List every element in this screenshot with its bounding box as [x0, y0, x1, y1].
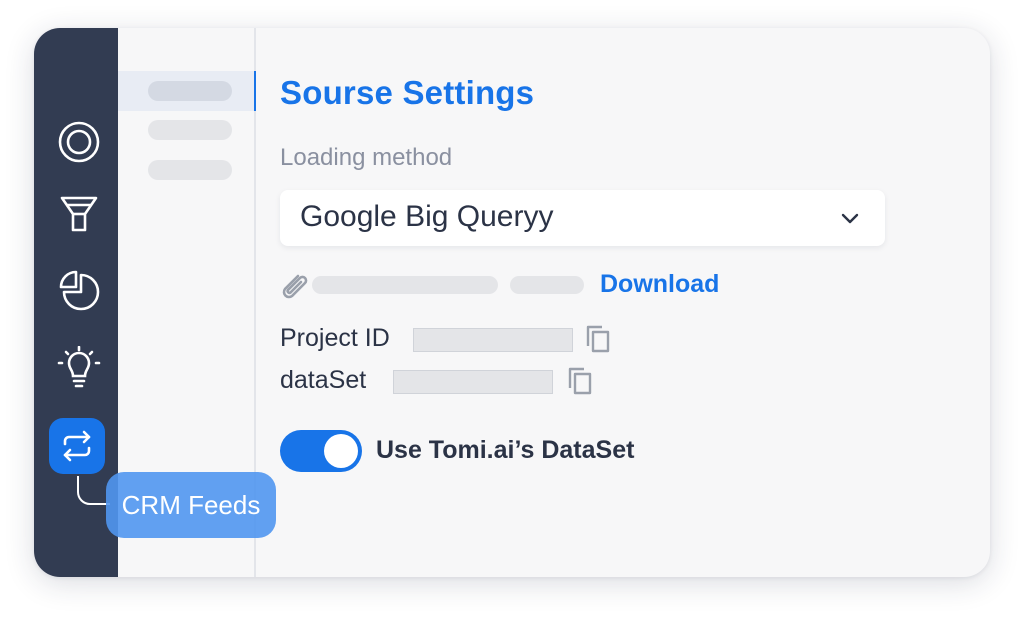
attachment-row: Download: [278, 268, 778, 304]
dataset-label: dataSet: [280, 366, 367, 394]
use-dataset-toggle[interactable]: [280, 430, 362, 472]
project-id-label: Project ID: [280, 324, 390, 352]
crm-feeds-tooltip: CRM Feeds: [106, 472, 276, 538]
paperclip-icon: [282, 274, 308, 299]
tooltip-text: CRM Feeds: [121, 489, 261, 520]
use-dataset-label: Use Tomi.ai’s DataSet: [376, 436, 635, 464]
project-id-field[interactable]: [413, 328, 573, 352]
download-link[interactable]: Download: [600, 270, 719, 299]
dataset-field[interactable]: [393, 370, 553, 394]
loading-method-label: Loading method: [280, 144, 453, 171]
file-size-placeholder: [510, 276, 584, 294]
loading-method-value: Google Big Queryy: [300, 200, 554, 233]
loading-method-select[interactable]: Google Big Queryy: [280, 190, 885, 246]
tooltip-connector: [77, 476, 110, 505]
chevron-down-icon: [841, 213, 859, 224]
copy-icon[interactable]: [566, 366, 596, 396]
copy-icon[interactable]: [584, 324, 614, 354]
toggle-knob: [324, 434, 358, 468]
page-title: Sourse Settings: [280, 74, 535, 111]
file-name-placeholder: [312, 276, 498, 294]
